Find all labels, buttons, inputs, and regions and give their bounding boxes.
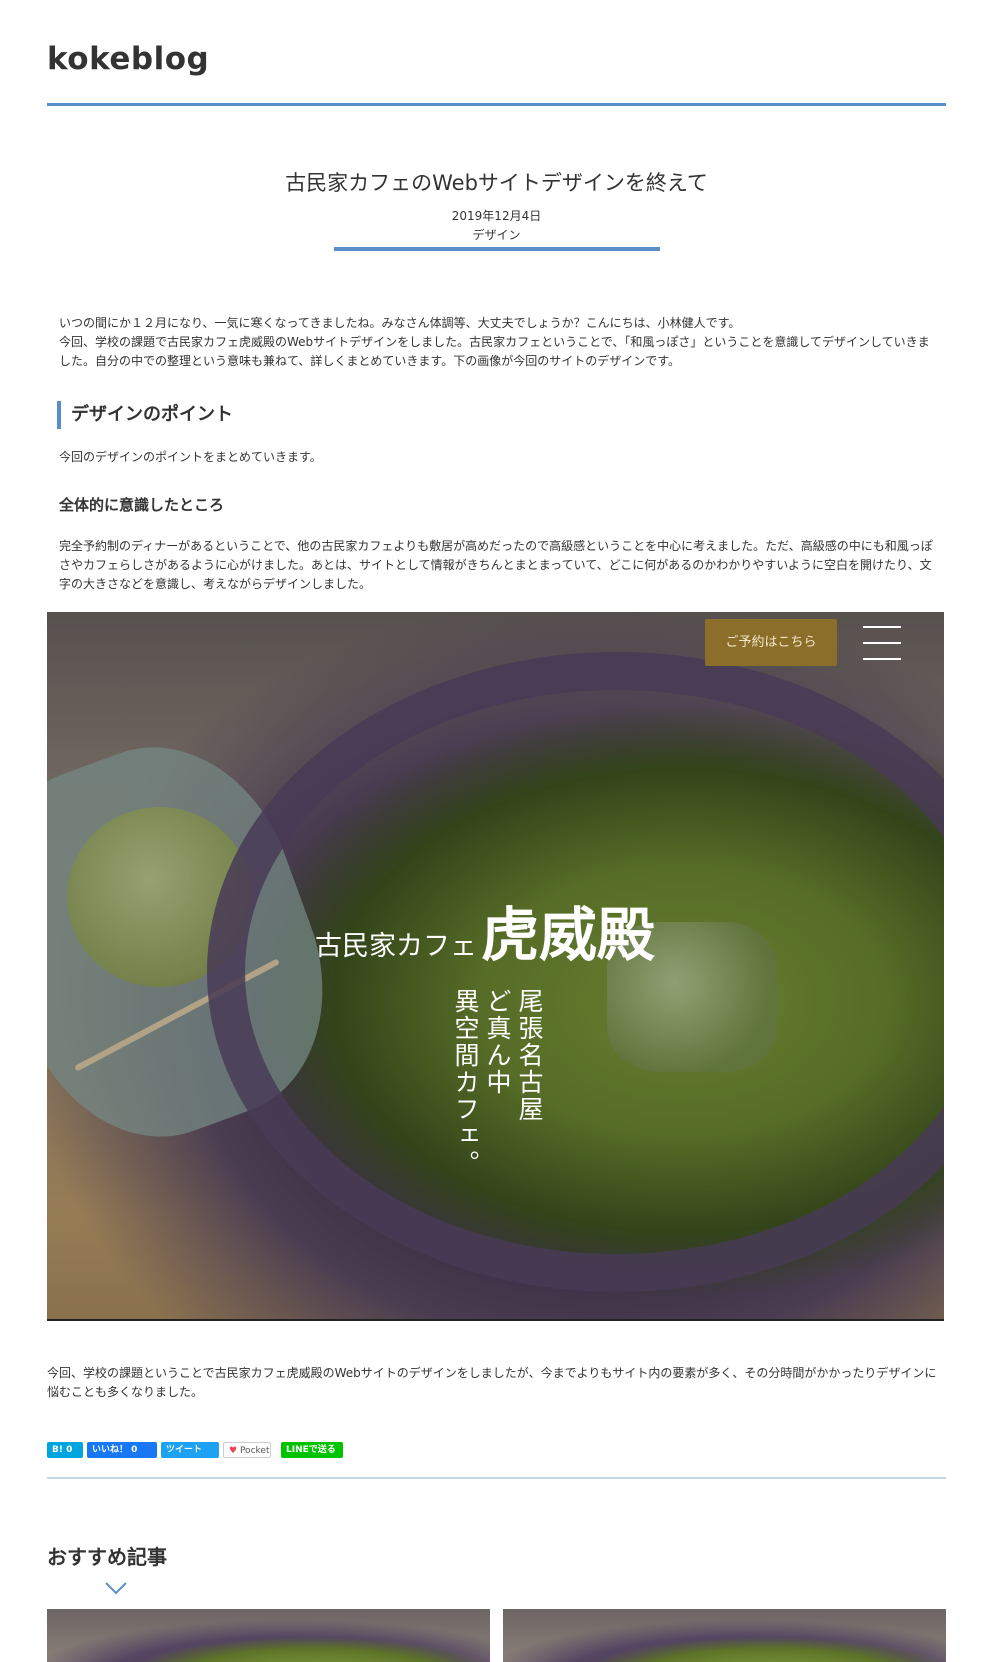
subheading-overall: 全体的に意識したところ <box>59 496 225 514</box>
section-intro-paragraph: 今回のデザインのポイントをまとめていきます。 <box>59 450 322 464</box>
hero-tagline-2: ど真ん中 <box>483 988 512 1096</box>
hero-brand-small: 古民家カフェ <box>315 931 477 962</box>
hatena-bookmark-button[interactable]: B! 0 <box>47 1442 83 1458</box>
hero-brand-big: 虎威殿 <box>481 901 656 969</box>
site-title[interactable]: kokeblog <box>47 44 946 75</box>
hero-tagline-1: 尾張名古屋 <box>515 988 544 1123</box>
intro-line-2: 今回、学校の課題で古民家カフェ虎威殿のWebサイトデザインをしました。古民家カフ… <box>59 335 930 368</box>
pocket-button[interactable]: ♥ Pocket <box>223 1442 271 1458</box>
pocket-icon: ♥ <box>229 1446 238 1456</box>
overall-paragraph: 完全予約制のディナーがあるということで、他の古民家カフェよりも敷居が高めだったの… <box>59 539 933 591</box>
facebook-like-button[interactable]: いいね！ 0 <box>87 1442 157 1458</box>
hamburger-menu-icon <box>863 626 901 660</box>
hero-brand-logo: 古民家カフェ虎威殿 <box>315 888 655 972</box>
recommended-card-1[interactable] <box>47 1609 490 1662</box>
article-date: 2019年12月4日 <box>451 209 542 223</box>
article-header: 古民家カフェのWebサイトデザインを終えて 2019年12月4日 デザイン <box>47 168 946 243</box>
recommended-heading: おすすめ記事 <box>47 1545 167 1569</box>
article-category[interactable]: デザイン <box>47 227 946 243</box>
intro-paragraph: いつの間にか１２月になり、一気に寒くなってきましたね。みなさん体調等、大丈夫でし… <box>59 314 939 371</box>
header-divider <box>47 103 946 106</box>
section-heading-design-points: デザインのポイント <box>57 401 233 429</box>
title-underline <box>334 247 660 251</box>
hero-tagline-3: 異空間カフェ。 <box>451 988 480 1177</box>
design-preview-image: ご予約はこちら 古民家カフェ虎威殿 尾張名古屋 ど真ん中 異空間カフェ。 <box>47 612 944 1321</box>
intro-line-1: いつの間にか１２月になり、一気に寒くなってきましたね。みなさん体調等、大丈夫でし… <box>59 316 741 330</box>
tweet-button[interactable]: ツイート <box>161 1442 219 1458</box>
pocket-label: Pocket <box>239 1446 270 1456</box>
chevron-down-icon <box>105 1582 127 1595</box>
recommended-card-2[interactable] <box>503 1609 946 1662</box>
share-divider <box>47 1477 946 1479</box>
article-title: 古民家カフェのWebサイトデザインを終えて <box>285 171 708 195</box>
line-share-button[interactable]: LINEで送る <box>281 1442 343 1458</box>
site-header: kokeblog <box>47 44 946 75</box>
reserve-button: ご予約はこちら <box>705 619 837 666</box>
closing-paragraph: 今回、学校の課題ということで古民家カフェ虎威殿のWebサイトのデザインをしました… <box>47 1366 937 1399</box>
